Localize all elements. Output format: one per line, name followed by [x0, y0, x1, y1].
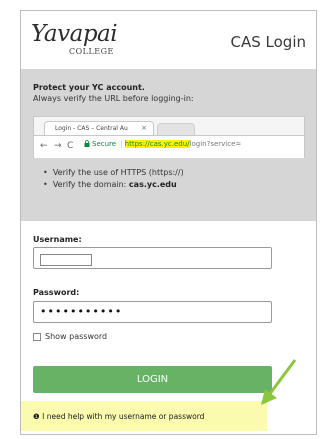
arrow-icon	[261, 359, 297, 405]
login-panel: Yavapai COLLEGE CAS Login Protect your Y…	[20, 10, 317, 435]
